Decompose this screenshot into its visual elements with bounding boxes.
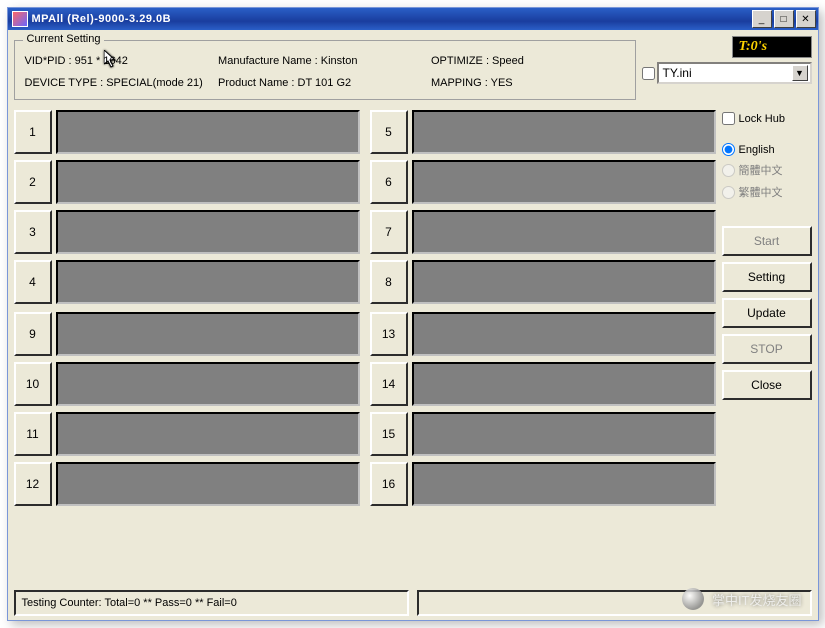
- slot-button-14[interactable]: 14: [370, 362, 408, 406]
- slot-display-13: [412, 312, 716, 356]
- app-icon: [12, 11, 28, 27]
- slot-display-8: [412, 260, 716, 304]
- slot-display-4: [56, 260, 360, 304]
- minimize-button[interactable]: _: [752, 10, 772, 28]
- vid-pid-label: VID*PID : 951 * 1642: [25, 55, 219, 67]
- slot-display-12: [56, 462, 360, 506]
- lock-hub-label: Lock Hub: [739, 113, 785, 125]
- slot-button-6[interactable]: 6: [370, 160, 408, 204]
- mapping-label: MAPPING : YES: [431, 77, 625, 89]
- ini-checkbox[interactable]: [642, 67, 655, 80]
- slot-button-16[interactable]: 16: [370, 462, 408, 506]
- lang-simp-input: [722, 164, 735, 177]
- slot-display-9: [56, 312, 360, 356]
- optimize-label: OPTIMIZE : Speed: [431, 55, 625, 67]
- slot-button-11[interactable]: 11: [14, 412, 52, 456]
- slot-display-1: [56, 110, 360, 154]
- slot-button-3[interactable]: 3: [14, 210, 52, 254]
- slot-display-5: [412, 110, 716, 154]
- slot-button-4[interactable]: 4: [14, 260, 52, 304]
- status-right: [417, 590, 812, 616]
- slot-button-2[interactable]: 2: [14, 160, 52, 204]
- slot-display-14: [412, 362, 716, 406]
- slot-button-1[interactable]: 1: [14, 110, 52, 154]
- status-counter: Testing Counter: Total=0 ** Pass=0 ** Fa…: [14, 590, 409, 616]
- stop-button[interactable]: STOP: [722, 334, 812, 364]
- lock-hub-input[interactable]: [722, 112, 735, 125]
- ini-dropdown-value: TY.ini: [663, 66, 792, 80]
- app-window: MPAll (Rel)-9000-3.29.0B _ □ ✕ Current S…: [7, 7, 819, 621]
- lang-simp-radio[interactable]: 簡體中文: [722, 162, 812, 178]
- slot-button-8[interactable]: 8: [370, 260, 408, 304]
- status-text: Testing Counter: Total=0 ** Pass=0 ** Fa…: [22, 597, 237, 609]
- lang-trad-label: 繁體中文: [739, 184, 783, 200]
- update-button[interactable]: Update: [722, 298, 812, 328]
- lang-english-input[interactable]: [722, 143, 735, 156]
- close-window-button[interactable]: ✕: [796, 10, 816, 28]
- lang-simp-label: 簡體中文: [739, 162, 783, 178]
- slot-display-16: [412, 462, 716, 506]
- slot-display-15: [412, 412, 716, 456]
- titlebar[interactable]: MPAll (Rel)-9000-3.29.0B _ □ ✕: [8, 8, 818, 30]
- lang-english-radio[interactable]: English: [722, 143, 812, 156]
- slot-button-15[interactable]: 15: [370, 412, 408, 456]
- slot-button-10[interactable]: 10: [14, 362, 52, 406]
- slot-display-6: [412, 160, 716, 204]
- start-button[interactable]: Start: [722, 226, 812, 256]
- maximize-button[interactable]: □: [774, 10, 794, 28]
- slot-display-11: [56, 412, 360, 456]
- window-title: MPAll (Rel)-9000-3.29.0B: [32, 13, 752, 25]
- lang-english-label: English: [739, 144, 775, 156]
- current-setting-legend: Current Setting: [23, 33, 105, 45]
- slot-display-10: [56, 362, 360, 406]
- slot-display-3: [56, 210, 360, 254]
- side-panel: Lock Hub English 簡體中文 繁體中文 Start Setting: [722, 110, 812, 584]
- manufacture-label: Manufacture Name : Kinston: [218, 55, 431, 67]
- slots-area: 15263748 913101411151216: [14, 110, 716, 584]
- ini-dropdown[interactable]: TY.ini ▼: [657, 62, 812, 84]
- chevron-down-icon[interactable]: ▼: [792, 65, 808, 81]
- current-setting-group: Current Setting VID*PID : 951 * 1642 Man…: [14, 40, 636, 100]
- slot-button-5[interactable]: 5: [370, 110, 408, 154]
- lang-trad-radio[interactable]: 繁體中文: [722, 184, 812, 200]
- slot-display-7: [412, 210, 716, 254]
- slot-button-12[interactable]: 12: [14, 462, 52, 506]
- lock-hub-checkbox[interactable]: Lock Hub: [722, 112, 812, 125]
- setting-button[interactable]: Setting: [722, 262, 812, 292]
- client-area: Current Setting VID*PID : 951 * 1642 Man…: [8, 30, 818, 620]
- slot-button-9[interactable]: 9: [14, 312, 52, 356]
- product-name-label: Product Name : DT 101 G2: [218, 77, 431, 89]
- slot-display-2: [56, 160, 360, 204]
- slot-button-13[interactable]: 13: [370, 312, 408, 356]
- close-button[interactable]: Close: [722, 370, 812, 400]
- timer-display: T:0's: [732, 36, 812, 58]
- device-type-label: DEVICE TYPE : SPECIAL(mode 21): [25, 77, 219, 89]
- slot-button-7[interactable]: 7: [370, 210, 408, 254]
- lang-trad-input: [722, 186, 735, 199]
